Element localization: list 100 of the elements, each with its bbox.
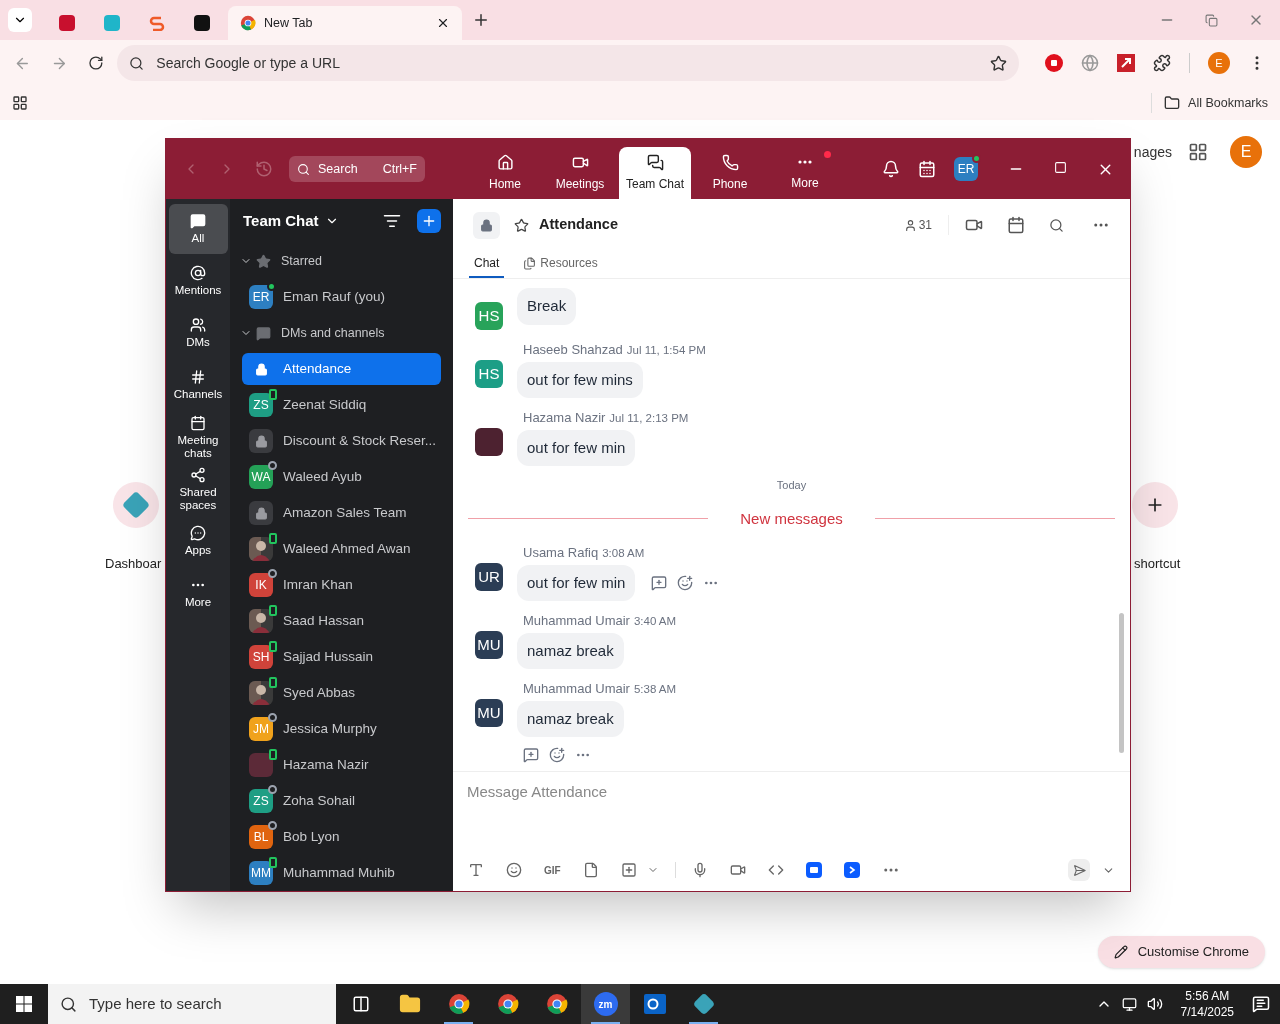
new-chat-button[interactable] bbox=[417, 209, 441, 233]
search-field[interactable]: Search Ctrl+F bbox=[289, 156, 425, 182]
customise-chrome-button[interactable]: Customise Chrome bbox=[1097, 936, 1265, 968]
arrow-extension-icon[interactable] bbox=[1117, 54, 1135, 72]
chat-list-item[interactable]: SH Sajjad Hussain bbox=[242, 641, 441, 673]
stop-sign-extension-icon[interactable] bbox=[1045, 54, 1063, 72]
add-reaction-icon[interactable] bbox=[549, 747, 565, 763]
filter-icon[interactable] bbox=[383, 212, 401, 230]
globe-extension-icon[interactable] bbox=[1081, 54, 1099, 72]
chat-list-item[interactable]: Discount & Stock Reser... bbox=[242, 425, 441, 457]
rail-item[interactable]: Apps bbox=[168, 516, 228, 566]
app-icon[interactable] bbox=[805, 862, 822, 878]
folder-icon bbox=[398, 993, 421, 1015]
shortcut-tile[interactable] bbox=[113, 482, 159, 528]
nav-tab[interactable]: Home bbox=[469, 147, 541, 199]
nav-tab[interactable]: Meetings bbox=[544, 147, 616, 199]
taskbar-search-field[interactable]: Type here to search bbox=[48, 984, 336, 1024]
rail-item[interactable]: All bbox=[168, 204, 228, 254]
channel-title: Attendance bbox=[539, 215, 618, 235]
chat-list-item[interactable]: WA Waleed Ayub bbox=[242, 461, 441, 493]
rail-item[interactable]: DMs bbox=[168, 308, 228, 358]
maximize-icon[interactable] bbox=[1054, 160, 1067, 174]
reply-icon[interactable] bbox=[651, 574, 668, 591]
rail-item[interactable]: Mentions bbox=[168, 256, 228, 306]
chat-list-item[interactable]: BL Bob Lyon bbox=[242, 821, 441, 853]
volume-icon[interactable] bbox=[1146, 996, 1163, 1012]
chat-list-item[interactable]: IK Imran Khan bbox=[242, 569, 441, 601]
windows-start-icon[interactable] bbox=[16, 996, 32, 1012]
emoji-icon[interactable] bbox=[506, 862, 522, 878]
rail-item[interactable]: Channels bbox=[168, 360, 228, 410]
rail-item[interactable]: More bbox=[168, 568, 228, 618]
scrollbar[interactable] bbox=[1119, 613, 1124, 753]
user-avatar[interactable]: ER bbox=[954, 157, 978, 181]
taskbar-app[interactable]: zm bbox=[581, 984, 630, 1024]
extensions-icon[interactable] bbox=[1153, 54, 1171, 72]
address-bar[interactable]: Search Google or type a URL bbox=[117, 45, 1019, 81]
chat-tab[interactable]: Chat bbox=[469, 250, 505, 278]
nav-tab[interactable]: More bbox=[769, 147, 841, 199]
app-icon[interactable] bbox=[843, 862, 860, 878]
screenshot-icon[interactable] bbox=[620, 862, 637, 878]
chat-list-item[interactable]: ZS Zoha Sohail bbox=[242, 785, 441, 817]
close-tab-icon[interactable] bbox=[436, 16, 450, 30]
chat-list-item[interactable]: Waleed Ahmed Awan bbox=[242, 533, 441, 565]
notifications-icon[interactable] bbox=[1252, 995, 1270, 1013]
star-icon[interactable] bbox=[514, 217, 529, 233]
message-bubble: Break bbox=[517, 288, 577, 325]
send-button[interactable] bbox=[1068, 859, 1090, 881]
phone-icon bbox=[721, 153, 739, 171]
file-icon[interactable] bbox=[582, 862, 599, 878]
network-icon[interactable] bbox=[1121, 996, 1137, 1012]
notifications-icon[interactable] bbox=[882, 160, 900, 178]
chat-list-item[interactable]: ER Eman Rauf (you) bbox=[242, 281, 441, 313]
lock-icon bbox=[473, 211, 500, 239]
all-bookmarks-folder[interactable]: All Bookmarks bbox=[1164, 93, 1268, 113]
chat-list-item[interactable]: Amazon Sales Team bbox=[242, 497, 441, 529]
message-bubble: out for few mins bbox=[517, 361, 643, 398]
apps-icon[interactable] bbox=[12, 95, 28, 111]
section-header[interactable]: DMs and channels bbox=[230, 315, 453, 351]
chat-list-item[interactable]: Syed Abbas bbox=[242, 677, 441, 709]
new-tab-icon[interactable] bbox=[472, 11, 490, 29]
rail-item[interactable]: Shared spaces bbox=[168, 464, 228, 514]
section-header[interactable]: Starred bbox=[230, 243, 453, 279]
bookmark-star-icon[interactable] bbox=[990, 54, 1007, 72]
code-icon[interactable] bbox=[767, 862, 784, 878]
chat-list-item[interactable]: MM Muhammad Muhib bbox=[242, 857, 441, 889]
shortcut-label[interactable]: shortcut bbox=[1134, 554, 1181, 574]
chat-list-item[interactable]: JM Jessica Murphy bbox=[242, 713, 441, 745]
avatar: WA bbox=[249, 465, 273, 489]
format-icon[interactable] bbox=[468, 862, 484, 878]
calendar-icon[interactable] bbox=[1007, 216, 1025, 234]
video-clip-icon[interactable] bbox=[729, 862, 746, 878]
members-count[interactable]: 31 bbox=[903, 216, 932, 234]
shortcut-tile[interactable] bbox=[1132, 482, 1178, 528]
calendar-icon[interactable] bbox=[918, 160, 936, 178]
message-time: Jul 11, 1:54 PM bbox=[626, 343, 706, 358]
google-apps-icon[interactable] bbox=[1188, 142, 1208, 162]
chat-list-item[interactable]: Saad Hassan bbox=[242, 605, 441, 637]
shortcut-label[interactable]: Dashboar bbox=[105, 554, 162, 574]
chat-tab[interactable]: Resources bbox=[518, 250, 603, 278]
nav-tab[interactable]: Phone bbox=[694, 147, 766, 199]
people-icon bbox=[190, 317, 206, 333]
tab-search-button[interactable] bbox=[8, 8, 32, 32]
add-reaction-icon[interactable] bbox=[677, 574, 694, 591]
panel-title[interactable]: Team Chat bbox=[243, 209, 319, 233]
reload-icon[interactable] bbox=[87, 55, 104, 71]
nav-tab[interactable]: Team Chat bbox=[619, 147, 691, 199]
chat-icon bbox=[190, 213, 206, 229]
browser-tab[interactable]: New Tab bbox=[228, 6, 462, 40]
rail-item[interactable]: Meeting chats bbox=[168, 412, 228, 462]
search-icon[interactable] bbox=[1049, 217, 1064, 233]
chat-list-item[interactable]: Attendance bbox=[242, 353, 441, 385]
gif-button[interactable]: GIF bbox=[544, 862, 561, 878]
clock-date[interactable]: 7/14/2025 bbox=[1180, 1004, 1234, 1020]
reply-icon[interactable] bbox=[523, 747, 539, 763]
images-link[interactable]: nages bbox=[1133, 141, 1172, 163]
restore-icon[interactable] bbox=[1205, 13, 1218, 27]
message-input[interactable]: Message Attendance bbox=[467, 781, 1116, 804]
clock-time[interactable]: 5:56 AM bbox=[1185, 988, 1230, 1004]
chat-list-item[interactable]: Hazama Nazir bbox=[242, 749, 441, 781]
chat-list-item[interactable]: ZS Zeenat Siddiq bbox=[242, 389, 441, 421]
